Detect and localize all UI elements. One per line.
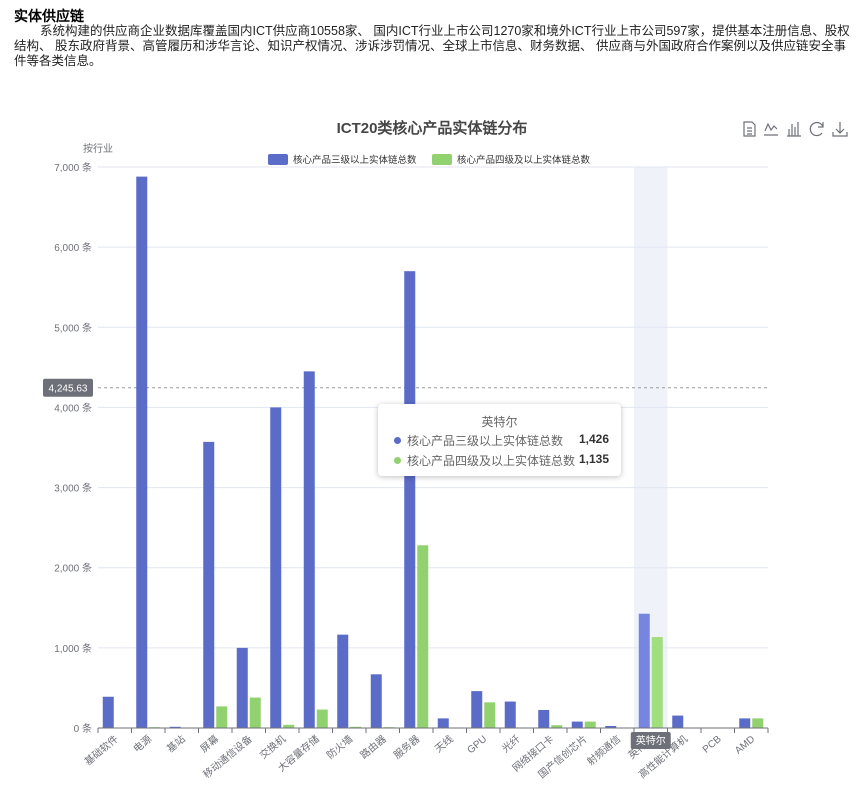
- series-2-dot-icon: [394, 457, 401, 464]
- line-chart-icon-path: [764, 122, 778, 136]
- bar-level3-1[interactable]: [136, 176, 148, 729]
- restore-icon-path: [809, 121, 824, 137]
- legend-swatch: [432, 154, 452, 165]
- chart: 基础软件 电源 基站 屏幕移动通信设备 交换机大容量存储 防火墙 路由器 服务器 天线 GPU 光纤…: [43, 119, 848, 781]
- legend-label: 核心产品三级以上实体链总数: [293, 154, 417, 166]
- bar-level3-3[interactable]: [203, 441, 215, 728]
- x-tick-label: 电源: [131, 732, 155, 755]
- y-tick-label: 2,000 条: [54, 562, 92, 575]
- tooltip-series-value: 1,135: [578, 452, 609, 466]
- bar-level4-19[interactable]: [752, 718, 764, 728]
- series-1-dot-icon: [394, 437, 401, 444]
- bar-level4-11[interactable]: [484, 702, 496, 728]
- legend-item[interactable]: 核心产品四级及以上实体链总数: [432, 154, 591, 166]
- bar-level3-12[interactable]: [504, 701, 516, 728]
- bar-level3-19[interactable]: [739, 718, 751, 728]
- y-tick-label: 6,000 条: [54, 241, 92, 254]
- bar-level4-16[interactable]: [651, 637, 663, 728]
- bar-level4-14[interactable]: [584, 721, 596, 728]
- tooltip-title: 英特尔: [481, 415, 518, 429]
- bar-level3-7[interactable]: [337, 634, 349, 728]
- bar-level4-3[interactable]: [216, 706, 228, 728]
- pointer-value-label: 4,245.63: [49, 384, 88, 395]
- data-view-icon-lines: [747, 127, 752, 135]
- legend-swatch: [268, 154, 288, 165]
- x-tick-label: GPU: [466, 734, 490, 756]
- chart-title: ICT20类核心产品实体链分布: [337, 119, 528, 137]
- y-tick-label: 3,000 条: [54, 482, 92, 495]
- x-tick-label: 服务器: [391, 732, 422, 761]
- bar-level3-14[interactable]: [571, 721, 583, 728]
- bar-chart-icon[interactable]: [787, 122, 801, 137]
- y-tick-label: 4,000 条: [54, 401, 92, 414]
- legend-label: 核心产品四级及以上实体链总数: [457, 154, 591, 166]
- bar-level3-6[interactable]: [303, 371, 315, 728]
- x-tick-label: 屏幕: [198, 732, 222, 755]
- line-chart-icon[interactable]: [764, 122, 778, 136]
- download-icon[interactable]: [832, 122, 848, 137]
- x-tick-label: 交换机: [257, 732, 288, 761]
- bar-level3-8[interactable]: [370, 674, 382, 728]
- x-pointer-label: 英特尔: [636, 734, 666, 747]
- bar-level3-16[interactable]: [638, 613, 650, 728]
- bar-level3-0[interactable]: [102, 696, 114, 728]
- bar-level4-6[interactable]: [316, 709, 328, 728]
- x-tick-label: 基础软件: [82, 732, 121, 768]
- bar-chart-icon-path: [787, 122, 801, 137]
- bar-level3-17[interactable]: [672, 715, 684, 728]
- bar-level4-9[interactable]: [417, 545, 429, 728]
- tooltip-row: 核心产品三级以上实体链总数 1,426: [394, 432, 609, 448]
- bar-level4-4[interactable]: [249, 697, 261, 728]
- legend-item[interactable]: 核心产品三级以上实体链总数: [268, 154, 417, 166]
- bar-level3-10[interactable]: [437, 718, 449, 728]
- x-tick-label: AMD: [733, 734, 757, 757]
- data-view-icon[interactable]: [743, 121, 756, 137]
- y-tick-label: 0 条: [74, 722, 92, 735]
- download-icon-path: [832, 122, 848, 137]
- x-tick-label: 防火墙: [324, 732, 355, 761]
- y-tick-label: 7,000 条: [54, 161, 92, 174]
- y-tick-label: 1,000 条: [54, 642, 92, 655]
- y-axis-label: 按行业: [83, 142, 113, 155]
- bar-level3-13[interactable]: [538, 709, 550, 728]
- x-tick-label: 基站: [164, 732, 188, 755]
- x-tick-label: 射频通信: [584, 732, 623, 768]
- restore-icon[interactable]: [809, 121, 824, 137]
- tooltip-series-name: 核心产品四级及以上实体链总数: [407, 454, 576, 468]
- x-tick-label: 天线: [432, 732, 456, 755]
- bar-level3-9[interactable]: [404, 271, 416, 728]
- x-tick-label: PCB: [701, 734, 724, 756]
- bar-level3-11[interactable]: [471, 691, 483, 728]
- tooltip: 英特尔 核心产品三级以上实体链总数 1,426 核心产品四级及以上实体链总数 1…: [378, 404, 621, 476]
- x-tick-label: 光纤: [499, 732, 523, 755]
- tooltip-series-value: 1,426: [578, 432, 609, 446]
- tooltip-series-name: 核心产品三级以上实体链总数: [407, 434, 564, 448]
- y-tick-label: 5,000 条: [54, 321, 92, 334]
- bar-level3-4[interactable]: [236, 647, 248, 728]
- x-tick-label: 路由器: [357, 732, 388, 761]
- tooltip-row: 核心产品四级及以上实体链总数 1,135: [394, 452, 609, 468]
- bar-level3-5[interactable]: [270, 407, 282, 728]
